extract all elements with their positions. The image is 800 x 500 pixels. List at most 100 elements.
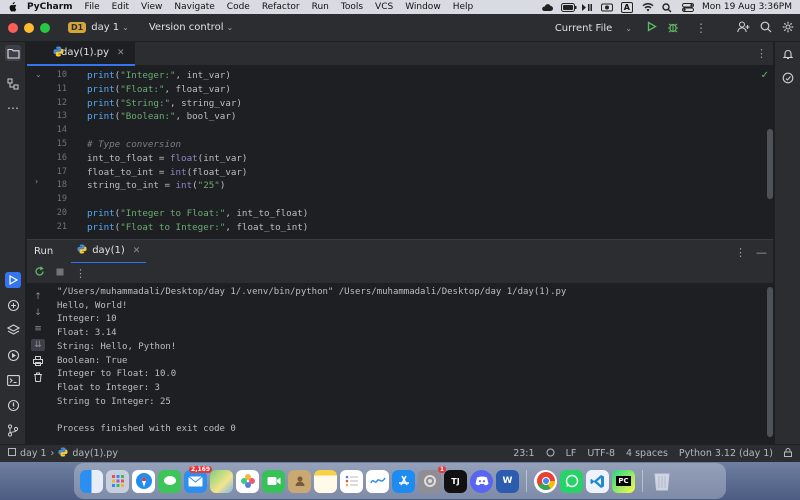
scroll-to-end-icon[interactable]: ⇊ bbox=[31, 339, 45, 351]
stop-icon[interactable] bbox=[55, 267, 65, 280]
run-icon[interactable] bbox=[646, 21, 657, 35]
contacts-icon[interactable] bbox=[288, 469, 311, 493]
structure-icon[interactable] bbox=[5, 76, 21, 92]
vcs-selector[interactable]: Version control bbox=[149, 22, 224, 33]
breadcrumb-file[interactable]: day(1).py bbox=[72, 448, 118, 459]
menu-view[interactable]: View bbox=[141, 2, 162, 12]
wifi-icon[interactable] bbox=[642, 2, 654, 12]
menu-help[interactable]: Help bbox=[453, 2, 474, 12]
whatsapp-icon[interactable] bbox=[560, 469, 583, 493]
word-icon[interactable]: W bbox=[496, 469, 519, 493]
run-config-selector[interactable]: Current File bbox=[555, 23, 612, 34]
run-tab-day1[interactable]: day(1) ✕ bbox=[71, 240, 147, 264]
menu-navigate[interactable]: Navigate bbox=[174, 2, 214, 12]
debug-icon[interactable] bbox=[667, 21, 679, 36]
trash-icon[interactable] bbox=[31, 371, 45, 383]
ai-assistant-icon[interactable] bbox=[780, 70, 796, 86]
camera-icon[interactable] bbox=[600, 3, 613, 12]
jetbrains-label: TJ bbox=[451, 476, 460, 486]
finder-icon[interactable] bbox=[80, 469, 103, 493]
menu-edit[interactable]: Edit bbox=[112, 2, 129, 12]
maps-icon[interactable] bbox=[210, 469, 233, 493]
launchpad-icon[interactable] bbox=[106, 469, 129, 493]
problems-icon[interactable] bbox=[5, 397, 21, 413]
pycharm-icon[interactable]: PC bbox=[612, 469, 635, 493]
chrome-icon[interactable] bbox=[534, 469, 557, 493]
menu-run[interactable]: Run bbox=[312, 2, 329, 12]
close-tab-icon[interactable]: ✕ bbox=[117, 48, 125, 58]
git-icon[interactable] bbox=[5, 422, 21, 438]
soft-wrap-icon[interactable]: ≡ bbox=[31, 323, 45, 335]
apple-icon[interactable] bbox=[8, 2, 17, 12]
tabs-more-icon[interactable]: ⋮ bbox=[756, 47, 767, 60]
menu-refactor[interactable]: Refactor bbox=[262, 2, 300, 12]
add-user-icon[interactable] bbox=[737, 20, 750, 36]
indent-setting[interactable]: 4 spaces bbox=[626, 448, 668, 459]
input-source-icon[interactable]: A bbox=[620, 1, 633, 13]
project-folder-icon[interactable] bbox=[5, 45, 21, 61]
python-packages-icon[interactable] bbox=[5, 297, 21, 313]
layers-icon[interactable] bbox=[5, 322, 21, 338]
search-everywhere-icon[interactable] bbox=[760, 21, 772, 36]
close-run-tab-icon[interactable]: ✕ bbox=[133, 246, 141, 256]
more-actions-icon[interactable]: ⋮ bbox=[695, 21, 707, 35]
system-settings-icon[interactable]: 1 bbox=[418, 465, 446, 493]
rerun-icon[interactable] bbox=[34, 266, 45, 280]
more-tools-icon[interactable]: ⋯ bbox=[5, 100, 21, 116]
discord-icon[interactable] bbox=[470, 469, 493, 493]
clock[interactable]: Mon 19 Aug 3:36PM bbox=[702, 2, 792, 12]
settings-gear-icon[interactable] bbox=[782, 21, 794, 36]
console-scrollbar[interactable] bbox=[767, 287, 773, 437]
caret-position[interactable]: 23:1 bbox=[513, 448, 534, 459]
jetbrains-toolbox-icon[interactable]: TJ bbox=[444, 469, 467, 493]
run-options-icon[interactable]: ⋮ bbox=[735, 246, 746, 259]
notes-icon[interactable] bbox=[314, 469, 337, 493]
menu-file[interactable]: File bbox=[85, 2, 100, 12]
terminal-icon[interactable] bbox=[5, 372, 21, 388]
menu-app-name[interactable]: PyCharm bbox=[27, 2, 73, 12]
vcs-status-icon[interactable] bbox=[546, 448, 555, 460]
project-selector[interactable]: day 1 bbox=[91, 22, 119, 33]
hide-panel-icon[interactable]: — bbox=[756, 246, 767, 259]
control-center-icon[interactable] bbox=[682, 2, 694, 12]
lock-icon[interactable] bbox=[784, 447, 792, 460]
run-tab-label: day(1) bbox=[92, 245, 125, 256]
menu-window[interactable]: Window bbox=[405, 2, 441, 12]
python-interpreter[interactable]: Python 3.12 (day 1) bbox=[679, 448, 773, 459]
run-console[interactable]: ↑ ↓ ≡ ⇊ "/Users/muhammadali/Desktop/day … bbox=[27, 283, 773, 444]
close-window-button[interactable] bbox=[8, 22, 18, 33]
menu-tools[interactable]: Tools bbox=[341, 2, 363, 12]
zoom-window-button[interactable] bbox=[40, 22, 50, 33]
search-icon[interactable] bbox=[662, 2, 673, 12]
more-run-actions-icon[interactable]: ⋮ bbox=[75, 267, 86, 280]
cloud-icon[interactable] bbox=[541, 3, 553, 12]
arrow-up-icon[interactable]: ↑ bbox=[31, 291, 45, 303]
print-icon[interactable] bbox=[31, 355, 45, 367]
reminders-icon[interactable] bbox=[340, 469, 363, 493]
play-pause-icon[interactable] bbox=[581, 3, 592, 12]
safari-icon[interactable] bbox=[132, 469, 155, 493]
editor-scrollbar[interactable] bbox=[767, 129, 773, 199]
battery-icon[interactable] bbox=[560, 2, 577, 12]
tab-day1-py[interactable]: day(1).py ✕ bbox=[27, 41, 135, 66]
app-store-icon[interactable] bbox=[392, 469, 415, 493]
minimize-window-button[interactable] bbox=[24, 22, 34, 33]
services-icon[interactable] bbox=[5, 347, 21, 363]
run-tool-icon[interactable] bbox=[5, 272, 21, 288]
menu-code[interactable]: Code bbox=[227, 2, 250, 12]
breadcrumb-project[interactable]: day 1 bbox=[20, 448, 47, 459]
mail-icon[interactable]: 2,169 bbox=[184, 465, 212, 493]
facetime-icon[interactable] bbox=[262, 469, 285, 493]
vscode-icon[interactable] bbox=[586, 469, 609, 493]
messages-icon[interactable] bbox=[158, 469, 181, 493]
notifications-bell-icon[interactable] bbox=[780, 46, 796, 62]
photos-icon[interactable] bbox=[236, 469, 259, 493]
menu-vcs[interactable]: VCS bbox=[375, 2, 393, 12]
file-encoding[interactable]: UTF-8 bbox=[587, 448, 615, 459]
code-editor[interactable]: ⌄ › 10 11 12 13 14 15 16 17 18 19 20 21 print("Inte… bbox=[27, 67, 773, 238]
no-problems-check-icon[interactable]: ✓ bbox=[761, 70, 769, 81]
arrow-down-icon[interactable]: ↓ bbox=[31, 307, 45, 319]
freeform-icon[interactable] bbox=[366, 469, 389, 493]
trash-bin-icon[interactable] bbox=[650, 470, 673, 493]
line-separator[interactable]: LF bbox=[566, 448, 577, 459]
